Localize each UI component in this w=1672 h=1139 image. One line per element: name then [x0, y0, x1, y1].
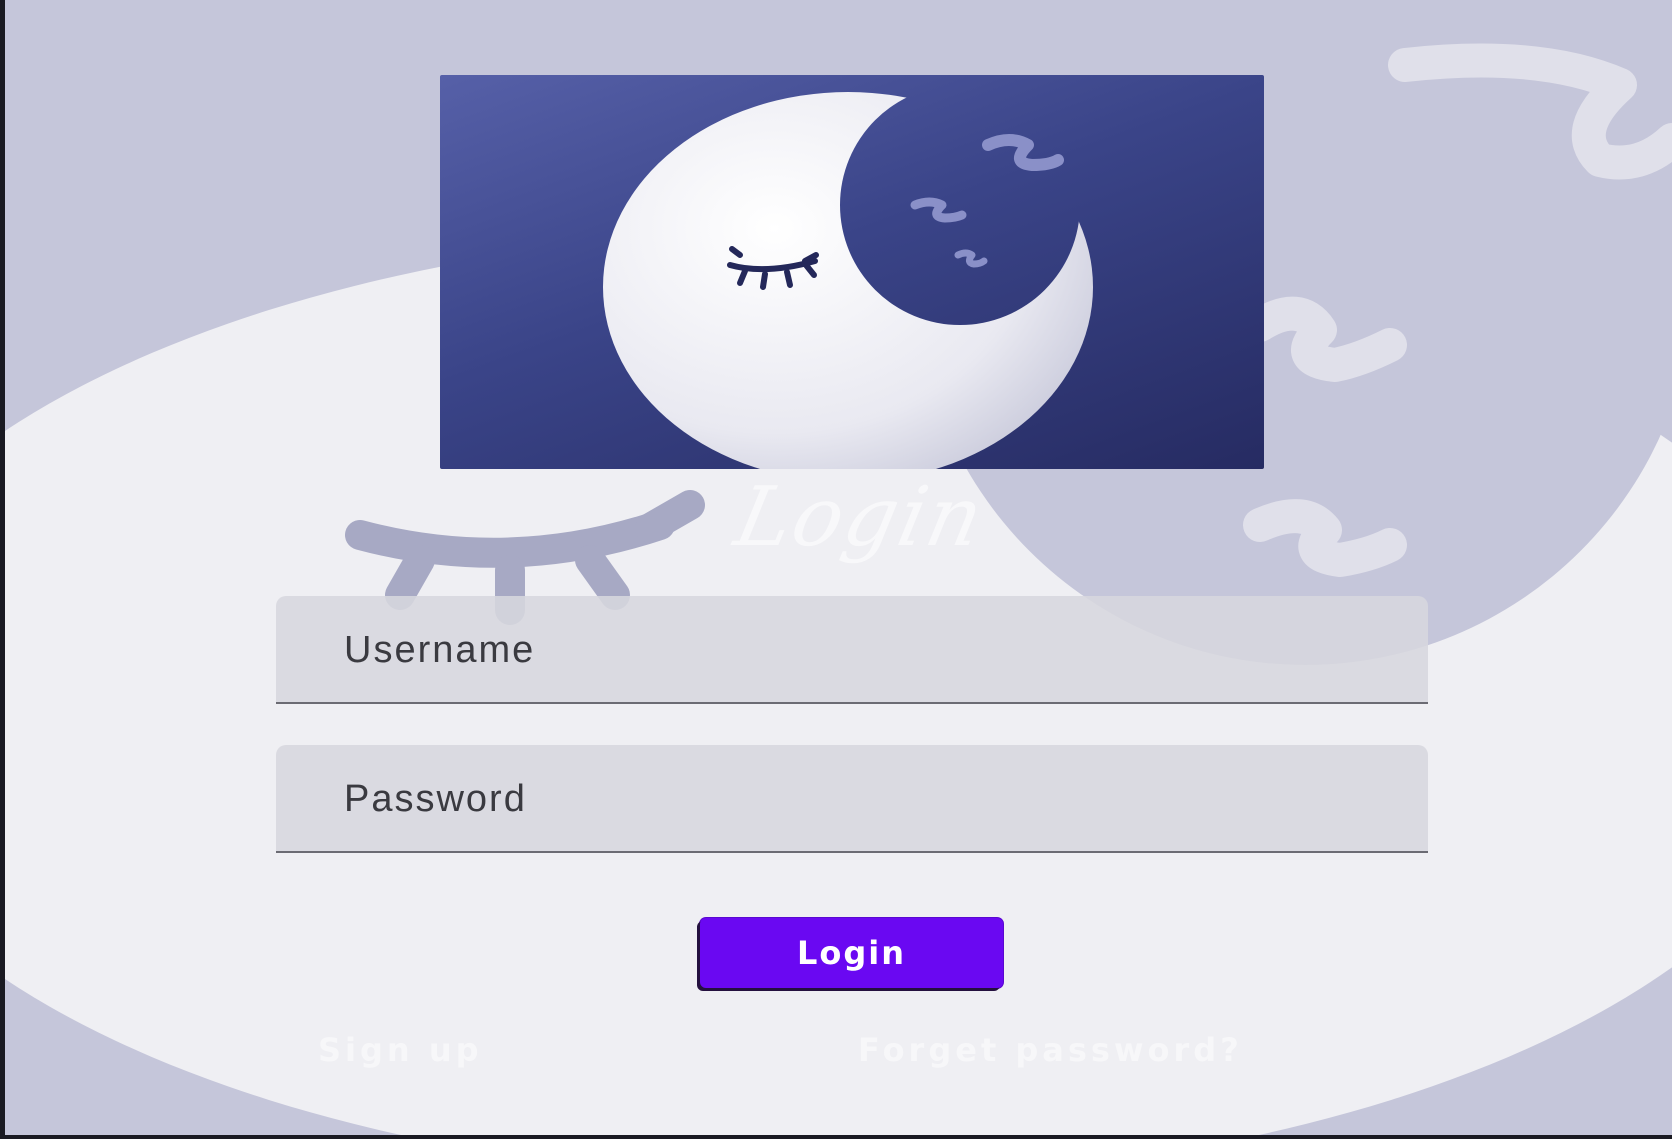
forgot-password-link[interactable]: Forget password? — [858, 1028, 1243, 1072]
username-input[interactable] — [342, 596, 1386, 704]
login-screen: Login Login Sign up Forget password? — [0, 0, 1672, 1139]
app-logo — [440, 75, 1264, 469]
password-field[interactable] — [276, 745, 1428, 853]
username-field[interactable] — [276, 596, 1428, 704]
page-title: Login — [727, 470, 993, 565]
sleeping-moon-icon — [603, 92, 1093, 469]
login-button[interactable]: Login — [700, 918, 1003, 988]
screen-edge-bottom — [0, 1135, 1672, 1139]
sign-up-link[interactable]: Sign up — [318, 1028, 483, 1072]
screen-edge-left — [0, 0, 5, 1139]
password-input[interactable] — [342, 745, 1386, 853]
